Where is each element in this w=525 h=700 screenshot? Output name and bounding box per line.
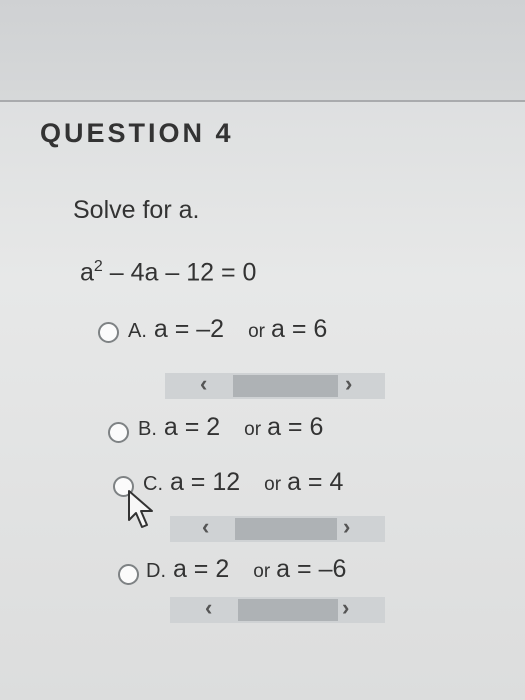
option-b[interactable]: B. a = 2 or a = 6 (138, 413, 323, 442)
equation-base: a (80, 258, 94, 287)
option-b-or: or (244, 419, 262, 440)
option-d-letter: D. (146, 560, 166, 582)
scroll-thumb[interactable] (233, 375, 338, 397)
equation: a2 – 4a – 12 = 0 (80, 258, 256, 287)
scroll-left-icon[interactable]: ‹ (200, 371, 207, 397)
option-a[interactable]: A. a = –2 or a = 6 (128, 315, 327, 344)
question-title: QUESTION 4 (40, 118, 234, 148)
radio-icon[interactable] (98, 322, 119, 343)
option-d-second: a = –6 (276, 555, 347, 583)
option-c-or: or (264, 474, 282, 495)
option-d-first: a = 2 (172, 555, 230, 583)
scroll-right-icon[interactable]: › (345, 371, 352, 397)
option-c-first: a = 12 (169, 468, 241, 496)
option-a-first: a = –2 (153, 315, 225, 343)
option-d-or: or (253, 561, 271, 582)
option-d[interactable]: D. a = 2 or a = –6 (146, 555, 346, 584)
scroll-right-icon[interactable]: › (343, 514, 350, 540)
option-a-letter: A. (128, 320, 147, 342)
mouse-pointer-icon (128, 490, 153, 528)
scroll-left-icon[interactable]: ‹ (205, 595, 212, 621)
scroll-thumb[interactable] (235, 518, 337, 540)
scroll-thumb[interactable] (238, 599, 338, 621)
scrollbar-c[interactable]: ‹ › (170, 514, 385, 542)
option-b-first: a = 2 (163, 413, 221, 441)
question-prompt: Solve for a. (73, 196, 200, 224)
option-c[interactable]: C. a = 12 or a = 4 (143, 468, 343, 497)
divider (0, 100, 525, 102)
scroll-right-icon[interactable]: › (342, 595, 349, 621)
option-a-or: or (248, 321, 265, 342)
option-b-second: a = 6 (267, 413, 324, 441)
equation-rest: – 4a – 12 = 0 (102, 258, 257, 287)
scrollbar-a[interactable]: ‹ › (165, 371, 385, 399)
radio-icon[interactable] (108, 422, 129, 443)
option-a-second: a = 6 (270, 315, 328, 343)
option-c-second: a = 4 (287, 468, 344, 496)
scroll-left-icon[interactable]: ‹ (202, 514, 209, 540)
scrollbar-d[interactable]: ‹ › (170, 595, 385, 623)
option-b-letter: B. (138, 418, 157, 440)
radio-icon[interactable] (118, 564, 139, 585)
browser-top-area (0, 0, 525, 100)
equation-exponent: 2 (93, 258, 103, 275)
